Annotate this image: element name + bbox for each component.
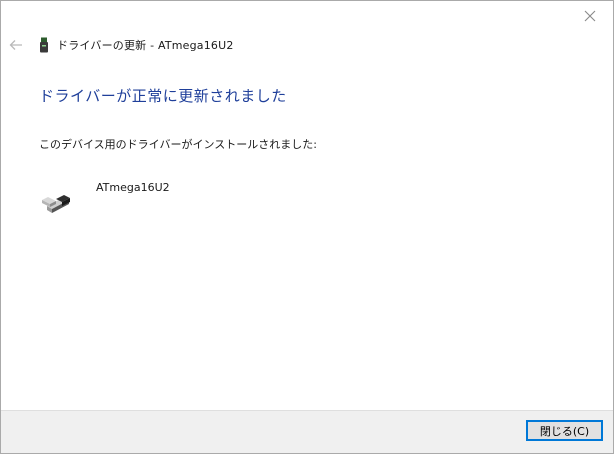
dialog-footer: 閉じる(C) [1,410,613,453]
close-button[interactable]: 閉じる(C) [526,420,603,441]
success-heading: ドライバーが正常に更新されました [39,87,287,105]
device-name: ATmega16U2 [96,181,170,194]
close-icon [584,10,596,22]
close-window-button[interactable] [567,1,613,31]
device-entry: ATmega16U2 [39,181,170,213]
device-icon [39,37,49,53]
install-description: このデバイス用のドライバーがインストールされました: [39,138,317,151]
driver-update-dialog: ドライバーの更新 - ATmega16U2 ドライバーが正常に更新されました こ… [0,0,614,454]
usb-plug-icon [42,195,70,213]
dialog-title: ドライバーの更新 - ATmega16U2 [57,39,234,52]
back-button[interactable] [5,34,27,56]
dialog-title-row: ドライバーの更新 - ATmega16U2 [39,37,234,53]
back-arrow-icon [9,40,22,50]
